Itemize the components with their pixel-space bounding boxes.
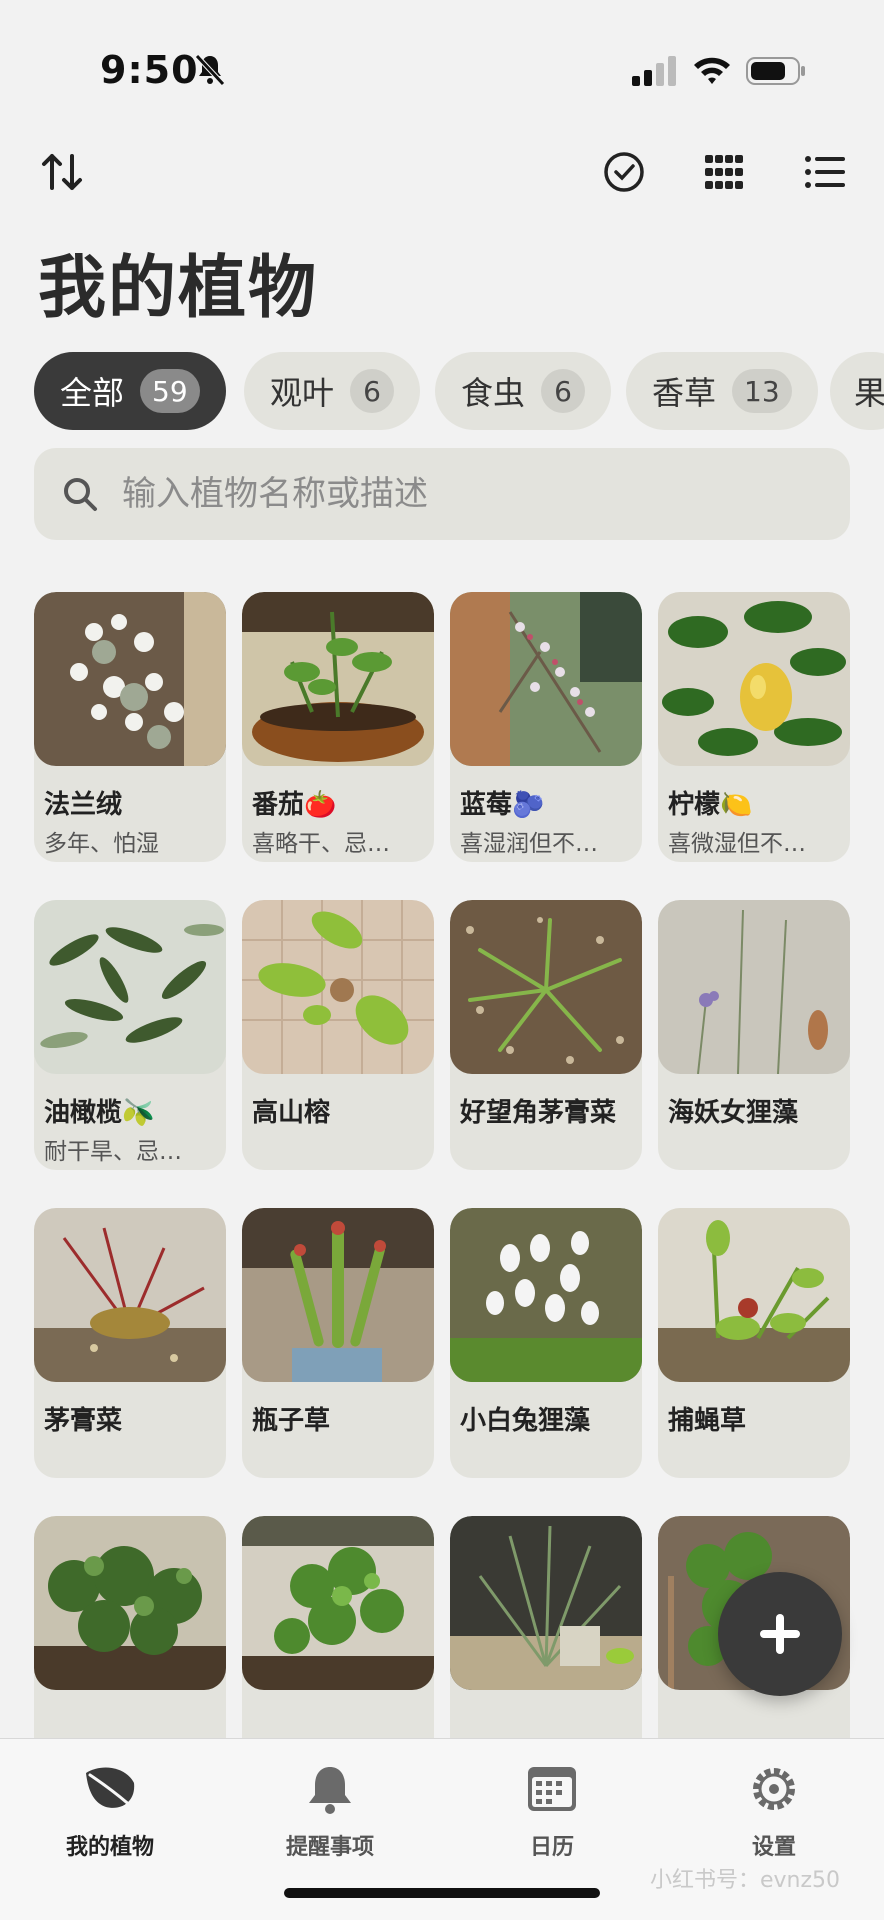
home-indicator[interactable] <box>284 1888 600 1898</box>
plant-photo <box>34 592 226 766</box>
plant-photo <box>450 900 642 1074</box>
plant-card[interactable]: 番茄🍅 喜略干、忌… <box>242 592 434 862</box>
tab-calendar[interactable]: 日历 <box>452 1751 652 1861</box>
plant-card[interactable]: 好望角茅膏菜 <box>450 900 642 1170</box>
bell-icon <box>309 1767 351 1814</box>
status-bar: 9:50 <box>0 0 884 120</box>
plant-name: 蓝莓🫐 <box>460 790 545 820</box>
plant-photo <box>658 592 850 766</box>
plant-card[interactable]: 海妖女狸藻 <box>658 900 850 1170</box>
plant-desc: 喜湿润但不… <box>460 831 598 857</box>
plant-card[interactable]: 小白兔狸藻 <box>450 1208 642 1478</box>
plant-name: 番茄🍅 <box>252 790 337 820</box>
plant-card[interactable]: 茅膏菜 <box>34 1208 226 1478</box>
tab-label: 日历 <box>529 1835 574 1860</box>
plant-card[interactable]: 油橄榄🫒 耐干旱、忌… <box>34 900 226 1170</box>
tab-label: 提醒事项 <box>285 1835 374 1860</box>
filter-chip-carnivorous[interactable]: 食虫 6 <box>435 352 612 430</box>
chip-count: 6 <box>541 369 586 413</box>
plant-name: 海妖女狸藻 <box>668 1098 799 1128</box>
chip-count: 13 <box>732 369 792 413</box>
wifi-icon <box>694 57 730 84</box>
chip-label: 果 <box>854 374 884 412</box>
chip-label: 食虫 <box>461 374 526 412</box>
filter-chip-foliage[interactable]: 观叶 6 <box>244 352 421 430</box>
tab-settings[interactable]: 设置 <box>674 1751 874 1861</box>
chip-label: 观叶 <box>270 374 335 412</box>
plant-photo <box>658 900 850 1074</box>
filter-chip-all[interactable]: 全部 59 <box>34 352 226 430</box>
grid-view-button[interactable] <box>700 148 748 196</box>
plant-name: 法兰绒 <box>44 790 123 820</box>
search-bar <box>34 448 850 540</box>
tab-reminders[interactable]: 提醒事项 <box>230 1751 430 1861</box>
cellular-signal-icon <box>632 56 676 86</box>
plant-photo <box>34 900 226 1074</box>
plant-desc: 耐干旱、忌… <box>44 1139 182 1165</box>
chip-label: 全部 <box>60 374 125 412</box>
plant-card[interactable]: 捕蝇草 <box>658 1208 850 1478</box>
plant-name: 小白兔狸藻 <box>460 1406 591 1436</box>
plant-name: 高山榕 <box>252 1098 331 1128</box>
watermark: 小红书号：evnz50 <box>650 1868 841 1893</box>
plant-photo <box>242 592 434 766</box>
plant-name: 茅膏菜 <box>44 1406 123 1436</box>
plant-card[interactable]: 瓶子草 <box>242 1208 434 1478</box>
plant-name: 瓶子草 <box>252 1406 331 1436</box>
plant-card[interactable]: 柠檬🍋 喜微湿但不… <box>658 592 850 862</box>
plant-photo <box>450 1208 642 1382</box>
plant-card[interactable]: 高山榕 <box>242 900 434 1170</box>
plant-photo <box>450 592 642 766</box>
sort-button[interactable] <box>38 148 86 196</box>
plant-name: 油橄榄🫒 <box>44 1098 155 1128</box>
plant-name: 好望角茅膏菜 <box>460 1098 617 1128</box>
leaf-icon <box>86 1767 135 1809</box>
plant-name: 柠檬🍋 <box>668 790 753 820</box>
plant-desc: 喜略干、忌… <box>252 831 390 857</box>
filter-chip-fruit[interactable]: 果 <box>830 352 884 430</box>
page-title: 我的植物 <box>38 249 319 328</box>
plant-photo <box>658 1208 850 1382</box>
chip-count: 59 <box>140 369 200 413</box>
plant-photo <box>34 1516 226 1690</box>
battery-icon <box>746 57 805 85</box>
chip-count: 6 <box>350 369 395 413</box>
plant-desc: 喜微湿但不… <box>668 831 806 857</box>
list-view-button[interactable] <box>800 148 848 196</box>
search-input[interactable] <box>122 474 802 514</box>
bell-slash-icon <box>195 54 225 86</box>
status-time: 9:50 <box>100 48 199 92</box>
calendar-icon <box>528 1767 576 1811</box>
plus-icon <box>760 1614 800 1654</box>
plant-card[interactable]: 蓝莓🫐 喜湿润但不… <box>450 592 642 862</box>
plant-photo <box>450 1516 642 1690</box>
chip-label: 香草 <box>652 374 717 412</box>
tab-label: 我的植物 <box>65 1835 154 1860</box>
select-button[interactable] <box>600 148 648 196</box>
plant-photo <box>242 1208 434 1382</box>
gear-icon <box>753 1768 795 1810</box>
plant-photo <box>242 1516 434 1690</box>
plant-name: 捕蝇草 <box>668 1406 747 1436</box>
plant-desc: 多年、怕湿 <box>44 831 159 857</box>
app-screen: 9:50 我的植物 全部 59 观叶 6 食虫 6 香草 13 果 输入植物名称… <box>0 0 884 1920</box>
plant-photo <box>34 1208 226 1382</box>
search-icon <box>64 478 97 511</box>
tab-label: 设置 <box>751 1835 796 1860</box>
plant-card[interactable]: 法兰绒 多年、怕湿 <box>34 592 226 862</box>
filter-chip-herbs[interactable]: 香草 13 <box>626 352 818 430</box>
plant-photo <box>242 900 434 1074</box>
add-plant-button[interactable] <box>718 1572 842 1696</box>
tab-my-plants[interactable]: 我的植物 <box>10 1751 210 1861</box>
filter-chips: 全部 59 观叶 6 食虫 6 香草 13 果 <box>34 352 884 432</box>
